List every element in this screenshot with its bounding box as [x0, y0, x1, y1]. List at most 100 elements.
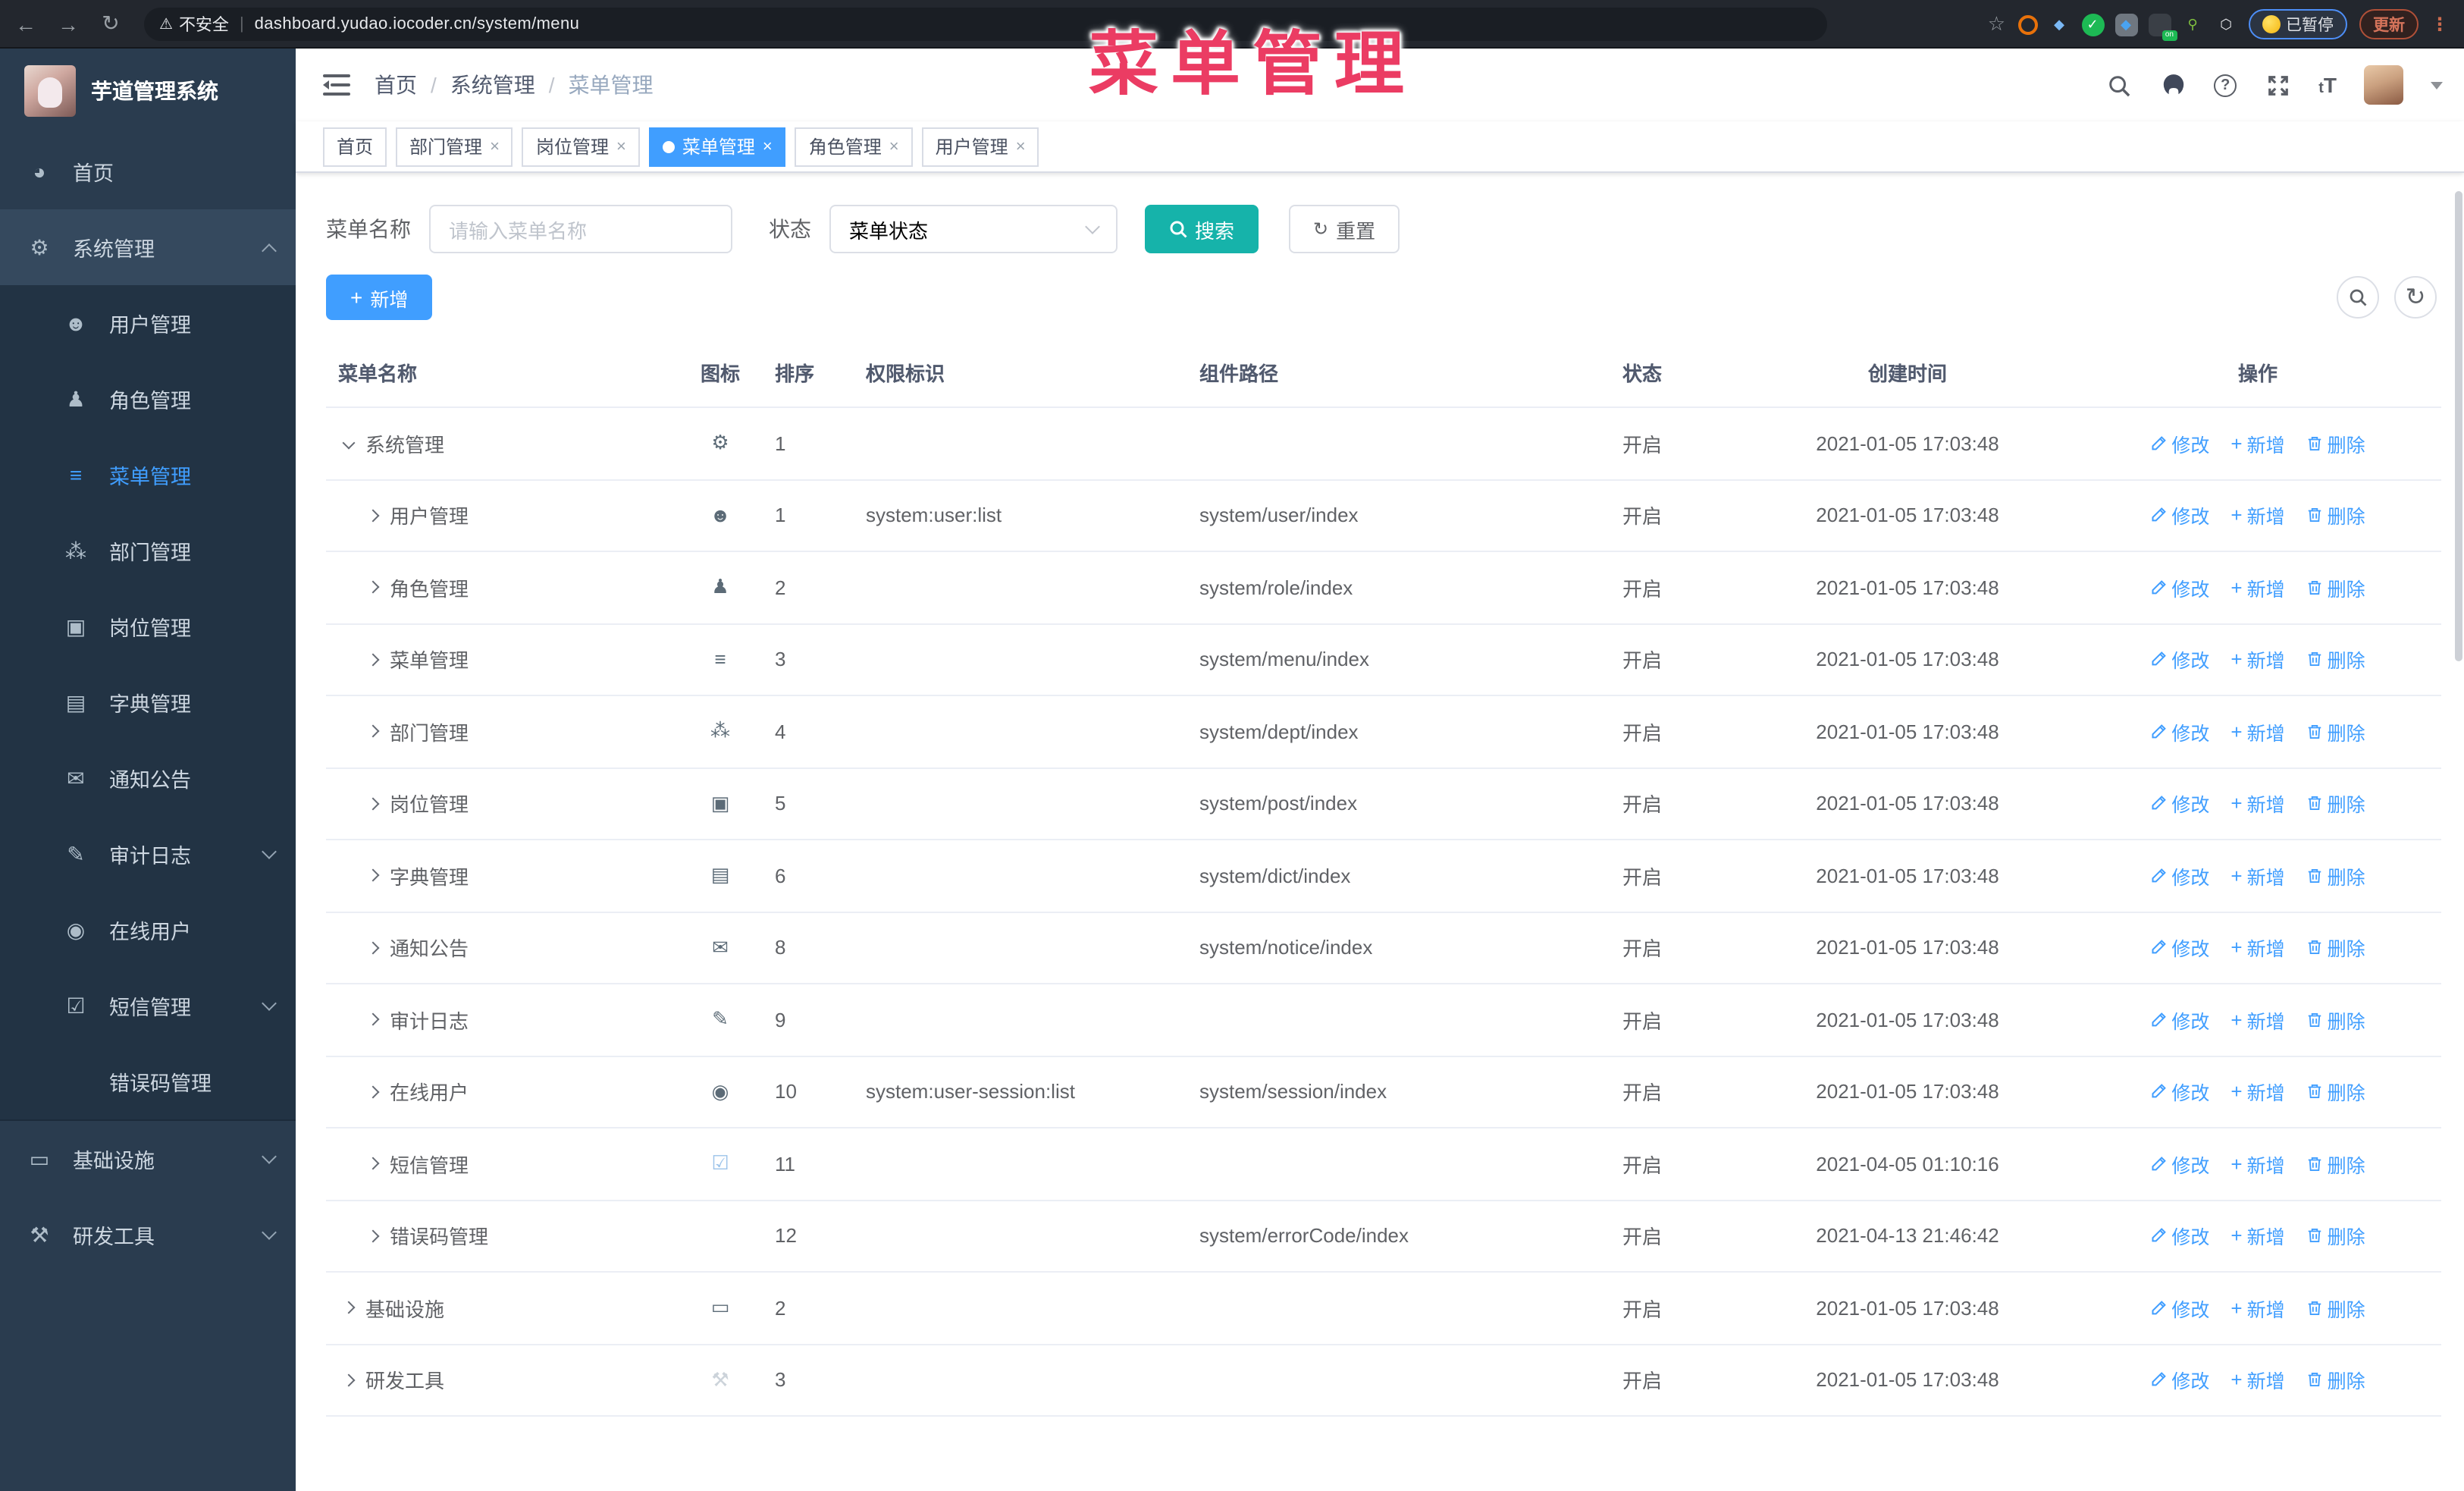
- add-button[interactable]: + 新增: [326, 275, 433, 320]
- font-size-icon[interactable]: tT: [2318, 73, 2337, 97]
- sidebar-item-部门管理[interactable]: ⁂ 部门管理: [0, 513, 296, 589]
- app-logo[interactable]: 芋道管理系统: [0, 49, 296, 133]
- sidebar-item-字典管理[interactable]: ▤ 字典管理: [0, 664, 296, 740]
- tree-expand-icon[interactable]: [366, 1085, 380, 1098]
- sidebar-item-研发工具[interactable]: ⚒ 研发工具: [0, 1197, 296, 1273]
- table-row[interactable]: 角色管理 ♟ 2 system/role/index 开启 2021-01-05 17:0…: [326, 552, 2441, 624]
- status-select[interactable]: 菜单状态: [829, 205, 1118, 253]
- delete-link[interactable]: 删除: [2306, 934, 2365, 962]
- delete-link[interactable]: 删除: [2306, 429, 2365, 458]
- tag-首页[interactable]: 首页: [323, 127, 387, 166]
- extension-icon[interactable]: ✓: [2081, 13, 2104, 36]
- sidebar-item-岗位管理[interactable]: ▣ 岗位管理: [0, 589, 296, 664]
- edit-link[interactable]: 修改: [2150, 429, 2209, 458]
- extension-icon[interactable]: ◆: [2114, 13, 2137, 36]
- help-icon[interactable]: ?: [2214, 74, 2237, 96]
- tree-expand-icon[interactable]: [366, 941, 380, 954]
- delete-link[interactable]: 删除: [2306, 717, 2365, 746]
- delete-link[interactable]: 删除: [2306, 1078, 2365, 1106]
- search-icon[interactable]: [2105, 71, 2132, 99]
- tag-用户管理[interactable]: 用户管理 ×: [921, 127, 1039, 166]
- reset-button[interactable]: ↻ 重置: [1289, 205, 1400, 253]
- edit-link[interactable]: 修改: [2150, 1150, 2209, 1179]
- user-avatar[interactable]: [2364, 65, 2403, 105]
- extension-icon[interactable]: on: [2148, 13, 2177, 40]
- table-row[interactable]: 在线用户 ◉ 10 system:user-session:list system/se…: [326, 1056, 2441, 1128]
- edit-link[interactable]: 修改: [2150, 1294, 2209, 1323]
- delete-link[interactable]: 删除: [2306, 1294, 2365, 1323]
- delete-link[interactable]: 删除: [2306, 862, 2365, 890]
- table-row[interactable]: 错误码管理 12 system/errorCode/index 开启 2021-04-1…: [326, 1201, 2441, 1273]
- edit-link[interactable]: 修改: [2150, 645, 2209, 674]
- reload-icon[interactable]: ↻: [94, 7, 127, 40]
- sidebar-item-基础设施[interactable]: ▭ 基础设施: [0, 1121, 296, 1197]
- sidebar-item-系统管理[interactable]: ⚙ 系统管理: [0, 209, 296, 285]
- table-row[interactable]: 岗位管理 ▣ 5 system/post/index 开启 2021-01-05 17:0…: [326, 768, 2441, 840]
- add-child-link[interactable]: + 新增: [2230, 1366, 2284, 1395]
- back-icon[interactable]: ←: [9, 7, 42, 40]
- table-row[interactable]: 审计日志 ✎ 9 开启 2021-01-05 17:03:48 修改 + 新增 删除: [326, 984, 2441, 1056]
- tree-expand-icon[interactable]: [366, 1229, 380, 1242]
- sidebar-item-菜单管理[interactable]: ≡ 菜单管理: [0, 437, 296, 513]
- tag-菜单管理[interactable]: 菜单管理 ×: [648, 127, 786, 166]
- extension-icon[interactable]: ◆: [2048, 13, 2071, 36]
- bookmark-star-icon[interactable]: ☆: [1988, 12, 2005, 36]
- edit-link[interactable]: 修改: [2150, 717, 2209, 746]
- tree-expand-icon[interactable]: [366, 797, 380, 810]
- tree-expand-icon[interactable]: [342, 1301, 356, 1314]
- edit-link[interactable]: 修改: [2150, 501, 2209, 530]
- sidebar-item-审计日志[interactable]: ✎ 审计日志: [0, 816, 296, 892]
- fullscreen-icon[interactable]: [2264, 71, 2291, 99]
- sidebar-item-角色管理[interactable]: ♟ 角色管理: [0, 361, 296, 437]
- add-child-link[interactable]: + 新增: [2230, 1222, 2284, 1251]
- url-text[interactable]: dashboard.yudao.iocoder.cn/system/menu: [255, 15, 580, 33]
- delete-link[interactable]: 删除: [2306, 1366, 2365, 1395]
- add-child-link[interactable]: + 新增: [2230, 717, 2284, 746]
- edit-link[interactable]: 修改: [2150, 1366, 2209, 1395]
- close-icon[interactable]: ×: [763, 137, 773, 155]
- sidebar-item-短信管理[interactable]: ☑ 短信管理: [0, 968, 296, 1044]
- add-child-link[interactable]: + 新增: [2230, 501, 2284, 530]
- table-row[interactable]: 短信管理 ☑ 11 开启 2021-04-05 01:10:16 修改 + 新增 删除: [326, 1128, 2441, 1201]
- extension-puzzle-icon[interactable]: ⬡: [2215, 13, 2237, 36]
- sidebar-item-在线用户[interactable]: ◉ 在线用户: [0, 892, 296, 968]
- tree-expand-icon[interactable]: [366, 869, 380, 882]
- refresh-button[interactable]: ↻: [2394, 276, 2437, 319]
- table-row[interactable]: 系统管理 ⚙ 1 开启 2021-01-05 17:03:48 修改 + 新增 删除: [326, 408, 2441, 480]
- tag-部门管理[interactable]: 部门管理 ×: [396, 127, 513, 166]
- tag-角色管理[interactable]: 角色管理 ×: [795, 127, 913, 166]
- tree-expand-icon[interactable]: [366, 509, 380, 522]
- edit-link[interactable]: 修改: [2150, 1222, 2209, 1251]
- add-child-link[interactable]: + 新增: [2230, 645, 2284, 674]
- tag-岗位管理[interactable]: 岗位管理 ×: [522, 127, 640, 166]
- github-icon[interactable]: [2159, 71, 2187, 99]
- paused-badge[interactable]: 已暂停: [2248, 9, 2347, 39]
- table-row[interactable]: 字典管理 ▤ 6 system/dict/index 开启 2021-01-05 17:0…: [326, 840, 2441, 912]
- menu-name-input[interactable]: 请输入菜单名称: [429, 205, 732, 253]
- delete-link[interactable]: 删除: [2306, 501, 2365, 530]
- add-child-link[interactable]: + 新增: [2230, 429, 2284, 458]
- edit-link[interactable]: 修改: [2150, 573, 2209, 602]
- table-row[interactable]: 研发工具 ⚒ 3 开启 2021-01-05 17:03:48 修改 + 新增 删除: [326, 1345, 2441, 1417]
- close-icon[interactable]: ×: [889, 137, 899, 155]
- table-row[interactable]: 部门管理 ⁂ 4 system/dept/index 开启 2021-01-05 17:0…: [326, 696, 2441, 768]
- edit-link[interactable]: 修改: [2150, 862, 2209, 890]
- extension-icon[interactable]: [2017, 14, 2037, 34]
- close-icon[interactable]: ×: [616, 137, 626, 155]
- edit-link[interactable]: 修改: [2150, 1078, 2209, 1106]
- sidebar-item-首页[interactable]: ◕ 首页: [0, 133, 296, 209]
- add-child-link[interactable]: + 新增: [2230, 934, 2284, 962]
- tree-collapse-icon[interactable]: [342, 437, 356, 450]
- add-child-link[interactable]: + 新增: [2230, 1294, 2284, 1323]
- edit-link[interactable]: 修改: [2150, 934, 2209, 962]
- user-menu-caret-icon[interactable]: [2431, 81, 2443, 89]
- add-child-link[interactable]: + 新增: [2230, 1006, 2284, 1034]
- table-row[interactable]: 通知公告 ✉ 8 system/notice/index 开启 2021-01-05 17…: [326, 912, 2441, 984]
- show-search-button[interactable]: [2337, 276, 2379, 319]
- table-row[interactable]: 基础设施 ▭ 2 开启 2021-01-05 17:03:48 修改 + 新增 删除: [326, 1273, 2441, 1345]
- tree-expand-icon[interactable]: [366, 1157, 380, 1170]
- add-child-link[interactable]: + 新增: [2230, 573, 2284, 602]
- address-bar[interactable]: ⚠ 不安全 | dashboard.yudao.iocoder.cn/syste…: [144, 8, 1827, 41]
- delete-link[interactable]: 删除: [2306, 1150, 2365, 1179]
- add-child-link[interactable]: + 新增: [2230, 862, 2284, 890]
